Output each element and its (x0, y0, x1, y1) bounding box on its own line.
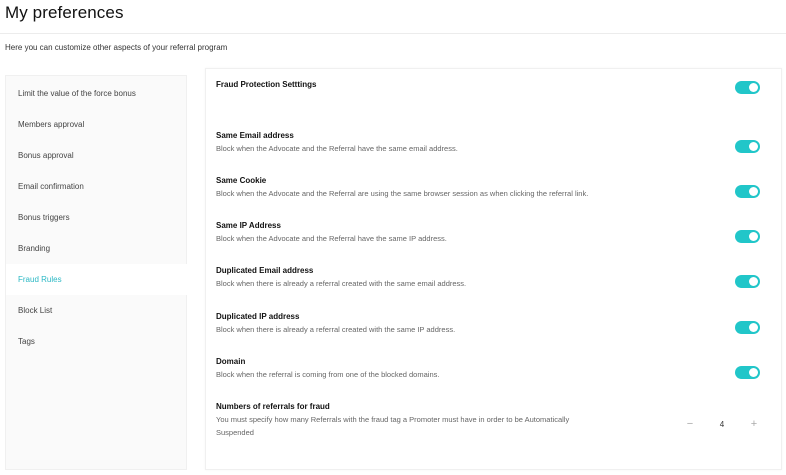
sidebar: Limit the value of the force bonus Membe… (5, 75, 188, 470)
page-subtitle: Here you can customize other aspects of … (5, 43, 228, 52)
sidebar-item-label: Block List (18, 306, 53, 315)
sidebar-item-label: Members approval (18, 120, 85, 129)
toggle-knob (749, 323, 758, 332)
sidebar-item-label: Branding (18, 244, 51, 253)
setting-desc-domain: Block when the referral is coming from o… (216, 370, 440, 379)
sidebar-item-branding[interactable]: Branding (6, 233, 188, 264)
sidebar-item-label: Bonus approval (18, 151, 74, 160)
fraud-count-input[interactable]: 4 (704, 414, 740, 434)
toggle-knob (749, 232, 758, 241)
sidebar-item-block-list[interactable]: Block List (6, 295, 188, 326)
toggle-knob (749, 187, 758, 196)
setting-desc-referrals-for-fraud-line2: Suspended (216, 428, 254, 437)
panel-header-title: Fraud Protection Setttings (216, 80, 317, 89)
page-title: My preferences (5, 3, 124, 22)
sidebar-item-fraud-rules[interactable]: Fraud Rules (6, 264, 188, 295)
same-ip-toggle[interactable] (735, 230, 760, 243)
toggle-knob (749, 142, 758, 151)
setting-desc-same-email: Block when the Advocate and the Referral… (216, 144, 458, 153)
setting-title-same-cookie: Same Cookie (216, 176, 267, 185)
duplicated-email-toggle[interactable] (735, 275, 760, 288)
same-email-toggle[interactable] (735, 140, 760, 153)
decrement-button[interactable]: − (680, 414, 700, 434)
same-cookie-toggle[interactable] (735, 185, 760, 198)
setting-title-referrals-for-fraud: Numbers of referrals for fraud (216, 402, 330, 411)
sidebar-item-label: Limit the value of the force bonus (18, 89, 136, 98)
toggle-knob (749, 83, 758, 92)
setting-desc-same-ip: Block when the Advocate and the Referral… (216, 234, 447, 243)
sidebar-item-bonus-approval[interactable]: Bonus approval (6, 140, 188, 171)
setting-desc-duplicated-email: Block when there is already a referral c… (216, 279, 467, 288)
setting-desc-duplicated-ip: Block when there is already a referral c… (216, 325, 456, 334)
sidebar-item-tags[interactable]: Tags (6, 326, 188, 357)
setting-desc-referrals-for-fraud-line1: You must specify how many Referrals with… (216, 415, 570, 424)
sidebar-item-bonus-triggers[interactable]: Bonus triggers (6, 202, 188, 233)
domain-toggle[interactable] (735, 366, 760, 379)
increment-button[interactable]: + (744, 414, 764, 434)
setting-title-same-ip: Same IP Address (216, 221, 281, 230)
setting-desc-same-cookie: Block when the Advocate and the Referral… (216, 189, 589, 198)
setting-title-duplicated-email: Duplicated Email address (216, 266, 314, 275)
setting-title-duplicated-ip: Duplicated IP address (216, 312, 300, 321)
sidebar-item-label: Tags (18, 337, 35, 346)
setting-title-domain: Domain (216, 357, 246, 366)
sidebar-item-members-approval[interactable]: Members approval (6, 109, 188, 140)
fraud-settings-panel: Fraud Protection Setttings Same Email ad… (205, 68, 782, 470)
toggle-knob (749, 277, 758, 286)
toggle-knob (749, 368, 758, 377)
sidebar-item-label: Email confirmation (18, 182, 84, 191)
fraud-count-stepper: − 4 + (680, 413, 764, 435)
fraud-protection-toggle[interactable] (735, 81, 760, 94)
title-divider (0, 33, 786, 34)
sidebar-item-limit-force-bonus[interactable]: Limit the value of the force bonus (6, 78, 188, 109)
sidebar-item-label: Fraud Rules (18, 275, 62, 284)
duplicated-ip-toggle[interactable] (735, 321, 760, 334)
sidebar-item-label: Bonus triggers (18, 213, 70, 222)
sidebar-item-email-confirmation[interactable]: Email confirmation (6, 171, 188, 202)
setting-title-same-email: Same Email address (216, 131, 294, 140)
